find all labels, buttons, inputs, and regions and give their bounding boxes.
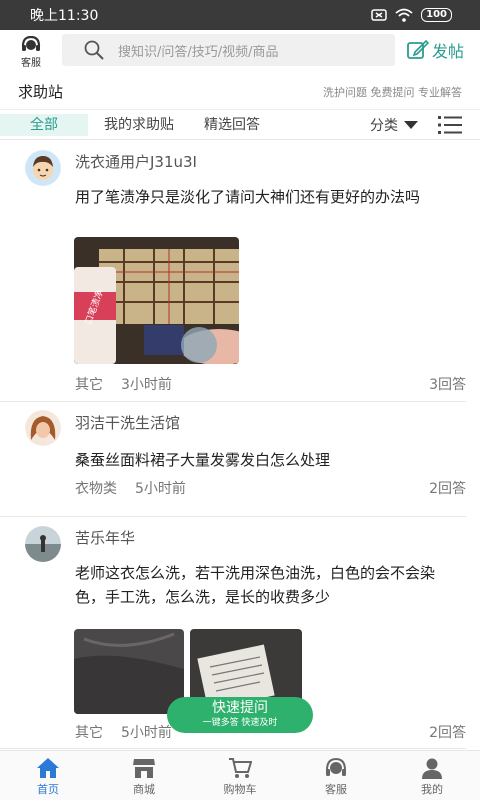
question-text[interactable]: 用了笔渍净只是淡化了请问大神们还有更好的办法吗 [75,185,463,209]
username[interactable]: 羽洁干洗生活馆 [75,412,180,433]
username[interactable]: 苦乐年华 [75,527,135,548]
question-image[interactable]: 口笔渍净 [74,237,239,364]
nav-service-label: 客服 [325,783,347,796]
post-category: 其它 [75,377,103,393]
quick-ask-label: 快速提问 [212,700,268,716]
headset-icon [21,35,41,51]
user-icon [422,758,442,779]
question-card[interactable]: 羽洁干洗生活馆 桑蚕丝面料裙子大量发雾发白怎么处理 衣物类 5小时前 2回答 [0,402,466,517]
post-button[interactable]: 发帖 [407,38,464,62]
search-input[interactable]: 搜知识/问答/技巧/视频/商品 [62,34,395,66]
answer-count[interactable]: 2回答 [429,722,466,742]
avatar[interactable] [25,526,61,562]
nav-mall-label: 商城 [133,783,155,796]
answer-count[interactable]: 2回答 [429,478,466,498]
nav-home-label: 首页 [37,783,59,796]
home-icon [37,758,59,778]
filter-tabs: 全部 我的求助贴 精选回答 分类 [0,110,480,140]
username[interactable]: 洗衣通用户J31u3I [75,151,197,172]
user-avatar-icon [25,410,61,446]
quick-ask-button[interactable]: 快速提问 一键多答 快速及时 [167,697,313,733]
search-icon [84,40,104,60]
nav-home[interactable]: 首页 [0,751,96,800]
nav-mall[interactable]: 商城 [96,751,192,800]
avatar[interactable] [25,410,61,446]
tab-all[interactable]: 全部 [0,113,88,136]
post-button-label: 发帖 [432,42,465,61]
notification-muted-icon [371,9,387,21]
customer-service-button[interactable]: 客服 [0,32,62,69]
post-time: 5小时前 [135,481,186,497]
battery-indicator: 100 [421,8,452,22]
question-text[interactable]: 桑蚕丝面料裙子大量发雾发白怎么处理 [75,448,463,472]
question-text[interactable]: 老师这衣怎么洗，若干洗用深色油洗，白色的会不会染色，手工洗，怎么洗，是长的收费多… [75,561,463,609]
help-header: 求助站 洗护问题 免费提问 专业解答 [0,74,480,110]
post-time: 3小时前 [121,377,172,393]
post-time: 5小时前 [121,725,172,741]
tab-my-posts[interactable]: 我的求助贴 [104,114,174,136]
nav-cart-label: 购物车 [223,783,257,796]
user-avatar-icon [25,526,61,562]
cart-icon [229,758,252,778]
store-icon [133,759,155,778]
search-placeholder: 搜知识/问答/技巧/视频/商品 [118,44,279,60]
edit-icon [407,40,429,59]
avatar[interactable] [25,150,61,186]
post-meta: 衣物类 5小时前 [75,478,186,498]
nav-service[interactable]: 客服 [288,751,384,800]
status-bar: 晚上11:30 100 [0,0,480,30]
headset-icon [326,757,346,776]
post-category: 衣物类 [75,481,117,497]
bottom-nav: 首页 商城 购物车 客服 我的 [0,750,480,800]
customer-service-label: 客服 [21,57,41,69]
list-view-icon[interactable] [438,115,462,135]
post-meta: 其它 3小时前 [75,374,172,394]
nav-cart[interactable]: 购物车 [192,751,288,800]
question-feed: 洗衣通用户J31u3I 用了笔渍净只是淡化了请问大神们还有更好的办法吗 口笔渍净… [0,141,480,749]
answer-count[interactable]: 3回答 [429,374,466,394]
category-sort-label: 分类 [370,117,398,134]
category-sort-button[interactable]: 分类 [370,115,418,135]
tab-featured-answers[interactable]: 精选回答 [204,114,260,136]
triangle-down-icon [404,120,418,129]
user-avatar-icon [25,150,61,186]
wifi-icon [395,8,413,22]
question-card[interactable]: 洗衣通用户J31u3I 用了笔渍净只是淡化了请问大神们还有更好的办法吗 口笔渍净… [0,141,466,402]
nav-profile[interactable]: 我的 [384,751,480,800]
post-meta: 其它 5小时前 [75,722,172,742]
help-title: 求助站 [18,83,64,101]
help-subtitle: 洗护问题 免费提问 专业解答 [323,85,462,99]
status-time: 晚上11:30 [30,8,99,24]
top-bar: 客服 搜知识/问答/技巧/视频/商品 发帖 [0,30,480,70]
nav-profile-label: 我的 [421,783,443,796]
quick-ask-sublabel: 一键多答 快速及时 [202,718,278,728]
post-category: 其它 [75,725,103,741]
status-icons: 100 [371,8,452,22]
